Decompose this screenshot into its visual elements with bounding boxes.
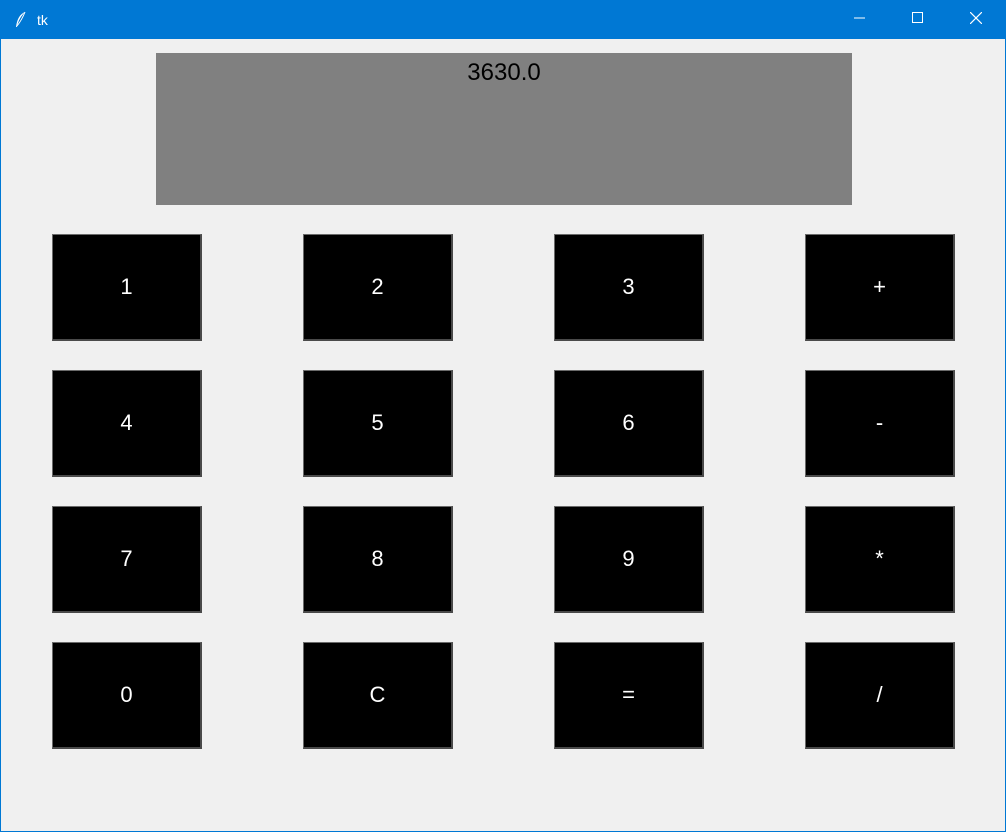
key-3-button[interactable]: 3: [554, 234, 704, 341]
equals-button[interactable]: =: [554, 642, 704, 749]
key-4-button[interactable]: 4: [52, 370, 202, 477]
maximize-icon: [912, 11, 924, 29]
key-9-button[interactable]: 9: [554, 506, 704, 613]
key-8-button[interactable]: 8: [303, 506, 453, 613]
subtract-button[interactable]: -: [805, 370, 955, 477]
feather-icon: [13, 11, 29, 29]
window-title: tk: [37, 12, 48, 28]
result-display: 3630.0: [156, 53, 852, 205]
close-icon: [969, 11, 983, 29]
key-2-button[interactable]: 2: [303, 234, 453, 341]
divide-button[interactable]: /: [805, 642, 955, 749]
minimize-button[interactable]: [831, 1, 889, 39]
minimize-icon: [854, 11, 866, 29]
calculator-window: tk 3630.0 1 2 3 + 4 5 6 - 7 8 9 * 0 C = …: [0, 0, 1006, 832]
key-5-button[interactable]: 5: [303, 370, 453, 477]
close-button[interactable]: [947, 1, 1005, 39]
multiply-button[interactable]: *: [805, 506, 955, 613]
key-1-button[interactable]: 1: [52, 234, 202, 341]
clear-button[interactable]: C: [303, 642, 453, 749]
add-button[interactable]: +: [805, 234, 955, 341]
key-7-button[interactable]: 7: [52, 506, 202, 613]
title-bar[interactable]: tk: [1, 1, 1005, 39]
display-value: 3630.0: [467, 59, 541, 86]
maximize-button[interactable]: [889, 1, 947, 39]
key-0-button[interactable]: 0: [52, 642, 202, 749]
key-6-button[interactable]: 6: [554, 370, 704, 477]
